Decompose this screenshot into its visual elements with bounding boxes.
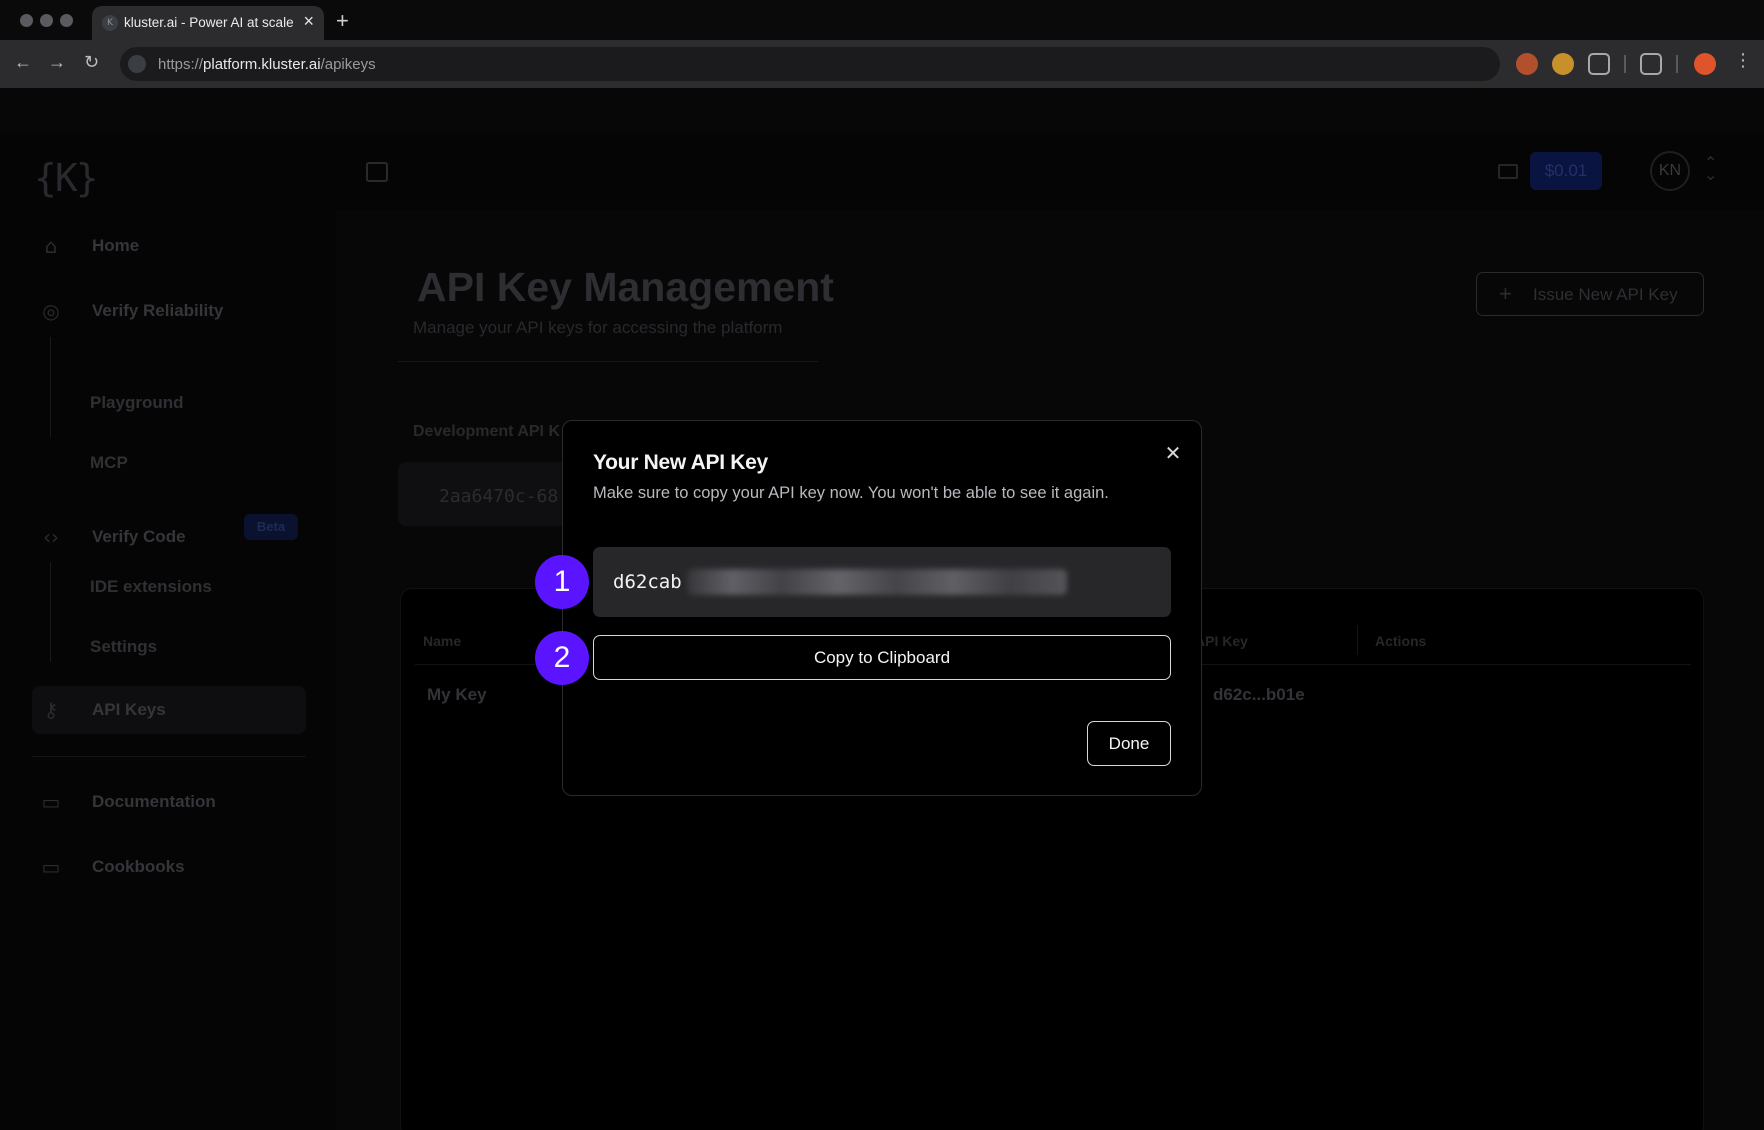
toolbar-divider xyxy=(1676,55,1678,73)
api-key-redacted xyxy=(687,569,1067,595)
column-header-api-key: API Key xyxy=(1195,633,1248,649)
close-icon[interactable]: × xyxy=(303,11,314,32)
table-cell-api-key: d62c...b01e xyxy=(1213,685,1305,704)
sidebar-item-cookbooks[interactable]: ▭ Cookbooks xyxy=(32,843,306,891)
copy-to-clipboard-button[interactable]: Copy to Clipboard xyxy=(593,635,1171,680)
api-key-value: d62cab xyxy=(613,571,682,593)
chevron-updown-icon[interactable]: ⌃ ⌄ xyxy=(1704,156,1717,184)
sidebar-item-label: Home xyxy=(92,236,140,255)
avatar[interactable]: KN xyxy=(1650,151,1690,191)
kluster-logo[interactable]: {K} xyxy=(34,156,99,200)
toolbar-divider xyxy=(1624,55,1626,73)
screen: K kluster.ai - Power AI at scale × + ← →… xyxy=(0,0,1764,1130)
credit-balance[interactable]: $0.01 xyxy=(1530,152,1602,190)
api-key-field[interactable]: d62cab xyxy=(593,547,1171,617)
submenu-line xyxy=(50,337,51,437)
k-logo-icon: K xyxy=(102,15,118,31)
url-host: platform.kluster.ai xyxy=(203,56,321,73)
sidebar-item-playground[interactable]: Playground xyxy=(90,393,184,413)
address-bar[interactable]: https://platform.kluster.ai/apikeys xyxy=(120,47,1500,81)
sidebar-item-label: API Keys xyxy=(92,700,166,719)
profile-avatar-icon[interactable] xyxy=(1694,53,1716,75)
sidebar-item-settings[interactable]: Settings xyxy=(90,637,157,657)
page-top-strip xyxy=(0,88,1764,132)
sidebar-item-label: Documentation xyxy=(92,792,216,811)
url-scheme: https:// xyxy=(158,56,204,73)
page-subtitle: Manage your API keys for accessing the p… xyxy=(413,318,783,337)
sidebar-item-api-keys[interactable]: ⚷ API Keys xyxy=(32,686,306,734)
url-path: /apikeys xyxy=(320,56,376,73)
sidebar-divider xyxy=(32,756,306,757)
extensions-puzzle-icon[interactable] xyxy=(1588,53,1610,75)
new-api-key-dialog: Your New API Key Make sure to copy your … xyxy=(562,420,1202,796)
issue-button-label: Issue New API Key xyxy=(1533,285,1678,304)
close-icon[interactable]: ✕ xyxy=(1163,443,1183,463)
sidebar: {K} ⌂ Home ◎ Verify Reliability Playgrou… xyxy=(0,132,336,1130)
column-header-name: Name xyxy=(423,633,462,649)
page-title: API Key Management xyxy=(417,264,834,310)
sidebar-item-label: Verify Reliability xyxy=(92,301,224,320)
divider xyxy=(398,361,818,362)
book-icon: ▭ xyxy=(41,790,61,814)
sidebar-item-label: Cookbooks xyxy=(92,857,185,876)
site-info-icon[interactable] xyxy=(128,55,146,73)
sidebar-item-ide-extensions[interactable]: IDE extensions xyxy=(90,577,212,597)
plus-icon: + xyxy=(1499,281,1512,306)
dialog-title: Your New API Key xyxy=(593,451,768,474)
table-cell-name: My Key xyxy=(427,685,487,704)
target-icon: ◎ xyxy=(42,299,60,323)
cookbook-icon: ▭ xyxy=(41,855,61,879)
forward-icon[interactable]: → xyxy=(48,52,66,73)
credit-card-icon xyxy=(1498,164,1518,179)
key-icon: ⚷ xyxy=(43,698,59,722)
browser-tab-bar: K kluster.ai - Power AI at scale × + xyxy=(0,0,1764,40)
dialog-description: Make sure to copy your API key now. You … xyxy=(593,484,1109,502)
step-marker-2: 2 xyxy=(535,631,589,685)
app-topbar: $0.01 KN ⌃ ⌄ xyxy=(336,132,1764,210)
browser-tab[interactable]: K kluster.ai - Power AI at scale × xyxy=(92,6,324,40)
new-tab-icon[interactable]: + xyxy=(336,8,349,34)
tab-search-icon[interactable] xyxy=(1640,53,1662,75)
reload-icon[interactable]: ↻ xyxy=(84,52,99,73)
browser-toolbar: ← → ↻ https://platform.kluster.ai/apikey… xyxy=(0,40,1764,88)
dev-key-value: 2aa6470c-68 xyxy=(439,486,559,507)
sidebar-item-mcp[interactable]: MCP xyxy=(90,453,128,473)
window-minimize-dot[interactable] xyxy=(40,14,53,27)
step-marker-1: 1 xyxy=(535,555,589,609)
submenu-line xyxy=(50,562,51,662)
sidebar-toggle-icon[interactable] xyxy=(366,162,388,182)
url-text: https://platform.kluster.ai/apikeys xyxy=(158,56,376,73)
column-separator xyxy=(1357,625,1358,655)
sidebar-item-documentation[interactable]: ▭ Documentation xyxy=(32,778,306,826)
code-icon: ‹› xyxy=(43,525,59,549)
extension-honey-icon[interactable] xyxy=(1552,53,1574,75)
dev-key-label: Development API K xyxy=(413,423,560,440)
beta-badge: Beta xyxy=(244,514,298,540)
window-close-dot[interactable] xyxy=(20,14,33,27)
issue-new-api-key-button[interactable]: + Issue New API Key xyxy=(1476,272,1704,316)
column-header-actions: Actions xyxy=(1375,633,1427,649)
back-icon[interactable]: ← xyxy=(14,52,32,73)
extension-fox-icon[interactable] xyxy=(1516,53,1538,75)
sidebar-item-label: Verify Code xyxy=(92,527,186,546)
home-icon: ⌂ xyxy=(44,234,58,258)
done-button[interactable]: Done xyxy=(1087,721,1171,766)
tab-title: kluster.ai - Power AI at scale xyxy=(124,15,294,30)
more-menu-icon[interactable]: ⋮ xyxy=(1734,50,1752,71)
sidebar-item-verify-reliability[interactable]: ◎ Verify Reliability xyxy=(32,287,306,335)
sidebar-item-home[interactable]: ⌂ Home xyxy=(32,222,306,270)
window-maximize-dot[interactable] xyxy=(60,14,73,27)
